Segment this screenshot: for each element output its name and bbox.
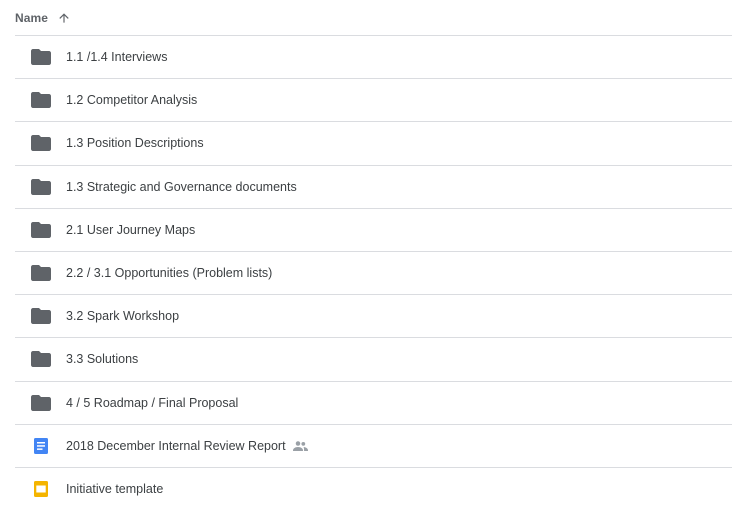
folder-icon: [30, 46, 52, 68]
file-name: 1.2 Competitor Analysis: [66, 93, 198, 108]
file-name: 1.3 Strategic and Governance documents: [66, 179, 297, 194]
file-name: 1.1 /1.4 Interviews: [66, 50, 168, 65]
folder-icon: [30, 89, 52, 111]
folder-icon: [30, 176, 52, 198]
file-row[interactable]: 2.2 / 3.1 Opportunities (Problem lists): [15, 252, 732, 296]
file-name: 2.1 User Journey Maps: [66, 222, 196, 237]
shared-people-icon: [292, 438, 309, 454]
file-list: 1.1 /1.4 Interviews 1.2 Competitor Analys…: [15, 36, 732, 511]
file-row[interactable]: 4 / 5 Roadmap / Final Proposal: [15, 382, 732, 425]
sort-ascending-button[interactable]: [56, 10, 72, 26]
google-slides-icon: [30, 478, 52, 500]
google-docs-icon: [30, 435, 52, 457]
file-row[interactable]: 1.3 Strategic and Governance documents: [15, 166, 732, 209]
folder-icon: [30, 132, 52, 154]
arrow-upward-icon: [59, 12, 69, 23]
file-row[interactable]: 2.1 User Journey Maps: [15, 209, 732, 252]
name-column-header[interactable]: Name: [15, 11, 48, 25]
file-row[interactable]: 2018 December Internal Review Report: [15, 425, 732, 468]
file-row[interactable]: 1.3 Position Descriptions: [15, 122, 732, 166]
folder-icon: [30, 305, 52, 327]
folder-icon: [30, 262, 52, 284]
folder-icon: [30, 348, 52, 370]
file-name: 2.2 / 3.1 Opportunities (Problem lists): [66, 266, 273, 281]
folder-icon: [30, 392, 52, 414]
file-row[interactable]: 3.3 Solutions: [15, 338, 732, 382]
file-row[interactable]: 3.2 Spark Workshop: [15, 295, 732, 339]
file-name: 3.2 Spark Workshop: [66, 309, 180, 324]
file-name: Initiative template: [66, 482, 164, 497]
file-row[interactable]: 1.1 /1.4 Interviews: [15, 36, 732, 80]
file-name: 4 / 5 Roadmap / Final Proposal: [66, 395, 239, 410]
file-row[interactable]: Initiative template: [15, 468, 732, 511]
folder-icon: [30, 219, 52, 241]
list-header: Name: [15, 0, 732, 36]
file-name: 3.3 Solutions: [66, 352, 139, 367]
file-row[interactable]: 1.2 Competitor Analysis: [15, 79, 732, 123]
file-name: 1.3 Position Descriptions: [66, 136, 204, 151]
file-name: 2018 December Internal Review Report: [66, 438, 286, 453]
